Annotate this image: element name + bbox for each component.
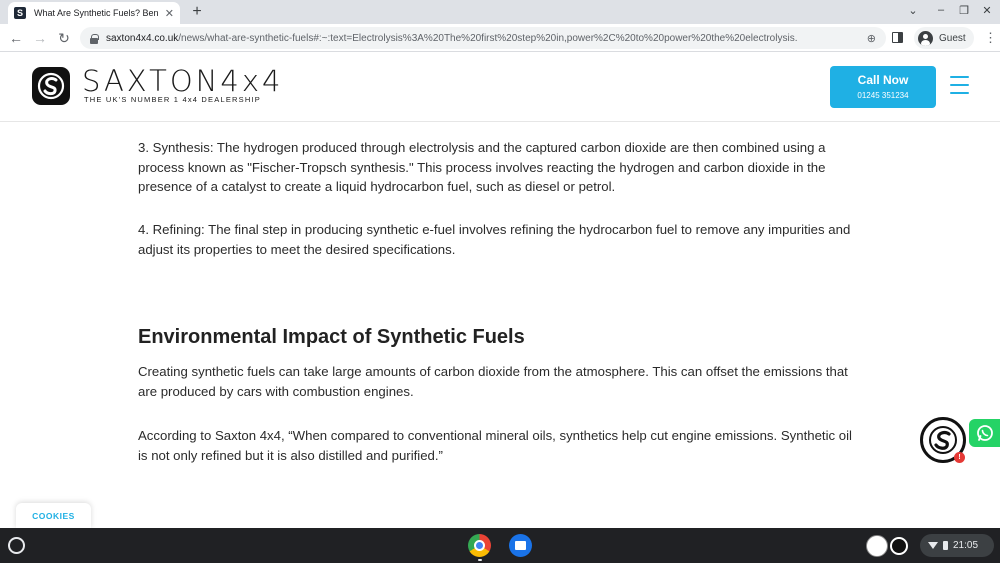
profile-label: Guest: [939, 32, 966, 44]
cookies-button[interactable]: COOKIES: [16, 503, 91, 529]
minimize-icon[interactable]: –: [933, 4, 949, 16]
hamburger-line: [950, 84, 969, 86]
active-app-indicator: [478, 559, 482, 561]
os-shelf: 21:05: [0, 528, 1000, 563]
chrome-icon[interactable]: [468, 534, 491, 557]
paragraph-impact: Creating synthetic fuels can take large …: [138, 364, 848, 399]
forward-icon[interactable]: →: [31, 29, 49, 47]
paragraph-refining: 4. Refining: The final step in producing…: [138, 222, 851, 257]
section-heading: Environmental Impact of Synthetic Fuels: [138, 326, 525, 348]
paragraph-synthesis: 3. Synthesis: The hydrogen produced thro…: [138, 140, 826, 194]
menu-icon[interactable]: ⋮: [984, 30, 997, 46]
wifi-icon: [928, 542, 938, 549]
system-clock: 21:05: [953, 540, 979, 551]
new-tab-button[interactable]: +: [188, 3, 206, 21]
profile-button[interactable]: Guest: [914, 27, 974, 49]
address-bar[interactable]: saxton4x4.co.uk/news/what-are-synthetic-…: [80, 27, 886, 49]
lock-icon[interactable]: [90, 33, 99, 44]
site-favicon-icon: S: [14, 7, 26, 19]
call-now-button[interactable]: Call Now 01245 351234: [830, 66, 936, 108]
paragraph-quote: According to Saxton 4x4, “When compared …: [138, 428, 852, 463]
close-window-icon[interactable]: ✕: [979, 4, 995, 17]
browser-toolbar: ← → ↻ saxton4x4.co.uk/news/what-are-synt…: [0, 24, 1000, 52]
tab-title: What Are Synthetic Fuels? Benef: [34, 8, 159, 18]
tray-app-icon: [890, 537, 908, 555]
tray-thumbnail-icon: [866, 535, 888, 557]
url-text: saxton4x4.co.uk/news/what-are-synthetic-…: [106, 33, 861, 44]
whatsapp-button[interactable]: [969, 419, 1000, 447]
logo-tagline: THE UK'S NUMBER 1 4x4 DEALERSHIP: [84, 95, 261, 104]
hamburger-line: [950, 76, 969, 78]
chat-notification-badge: !: [954, 452, 965, 463]
files-icon[interactable]: [509, 534, 532, 557]
url-path: /news/what-are-synthetic-fuels#:~:text=E…: [178, 32, 798, 44]
reload-icon[interactable]: ↻: [55, 29, 73, 47]
chat-widget-logo-icon: [929, 426, 957, 454]
side-panel-icon[interactable]: [892, 32, 903, 43]
profile-icon: [918, 30, 933, 46]
saxton-logo-icon[interactable]: [32, 67, 70, 105]
restore-icon[interactable]: ❐: [956, 4, 972, 17]
call-phone-number: 01245 351234: [857, 91, 909, 100]
site-header: SAXTON4x4 THE UK'S NUMBER 1 4x4 DEALERSH…: [0, 52, 1000, 122]
back-icon[interactable]: ←: [7, 29, 25, 47]
url-host: saxton4x4.co.uk: [106, 32, 179, 44]
logo-wordmark[interactable]: SAXTON4x4: [82, 66, 283, 96]
browser-tab[interactable]: S What Are Synthetic Fuels? Benef ✕: [8, 2, 180, 24]
whatsapp-icon: [977, 425, 993, 441]
status-tray[interactable]: 21:05: [920, 534, 994, 557]
hamburger-line: [950, 92, 969, 94]
hamburger-menu-icon[interactable]: [950, 76, 969, 96]
tab-search-icon[interactable]: ⌄: [905, 4, 921, 17]
zoom-icon[interactable]: ⊕: [867, 32, 876, 45]
battery-icon: [943, 541, 948, 550]
close-tab-icon[interactable]: ✕: [165, 7, 174, 20]
tray-preview[interactable]: [866, 535, 910, 557]
call-now-label: Call Now: [857, 73, 909, 87]
browser-tab-strip: S What Are Synthetic Fuels? Benef ✕ + ⌄ …: [0, 0, 1000, 24]
launcher-icon[interactable]: [8, 537, 25, 554]
